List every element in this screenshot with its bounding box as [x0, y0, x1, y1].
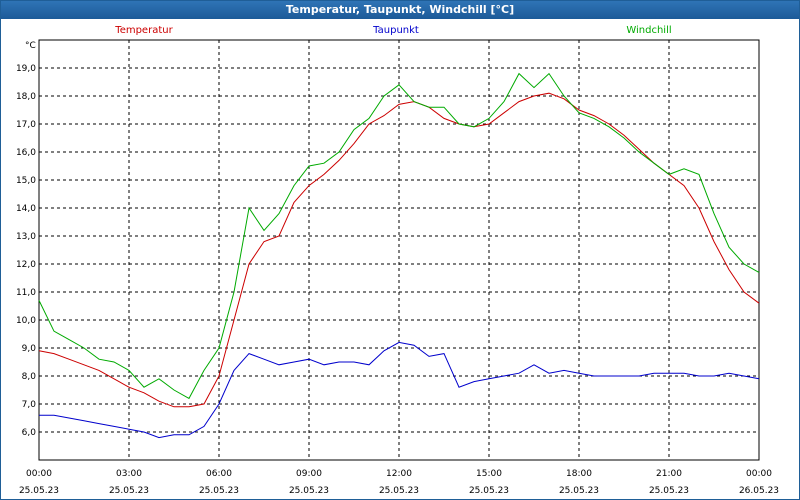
y-tick-label: 13,0 [16, 232, 36, 242]
x-tick-date: 25.05.23 [199, 486, 239, 496]
x-tick-date: 25.05.23 [559, 486, 599, 496]
y-tick-label: 10,0 [16, 316, 36, 326]
legend: Temperatur Taupunkt Windchill [114, 25, 671, 36]
y-tick-label: 16,0 [16, 148, 36, 158]
y-tick-label: 9,0 [22, 344, 37, 354]
y-tick-label: 11,0 [16, 288, 36, 298]
y-tick-label: 14,0 [16, 204, 36, 214]
x-tick-date: 25.05.23 [19, 486, 59, 496]
legend-entry-windchill: Windchill [626, 25, 671, 36]
grid-lines [39, 40, 759, 460]
x-tick-time: 18:00 [566, 469, 592, 479]
legend-entry-taupunkt: Taupunkt [372, 25, 419, 36]
x-tick-date: 25.05.23 [289, 486, 329, 496]
line-chart: 6,0 7,0 8,0 9,0 10,0 11,0 12,0 13,0 14,0 15,0 16,0… [16, 25, 779, 496]
y-axis: 6,0 7,0 8,0 9,0 10,0 11,0 12,0 13,0 14,0 15,0 16,0… [16, 64, 36, 438]
y-axis-label: °C [25, 41, 36, 51]
x-tick-date: 25.05.23 [109, 486, 149, 496]
x-tick-time: 21:00 [656, 469, 682, 479]
x-tick-time: 00:00 [746, 469, 772, 479]
x-tick-date: 25.05.23 [649, 486, 689, 496]
y-tick-label: 6,0 [22, 428, 37, 438]
x-tick-time: 06:00 [206, 469, 232, 479]
x-tick-date: 25.05.23 [379, 486, 419, 496]
y-tick-label: 15,0 [16, 176, 36, 186]
x-tick-time: 15:00 [476, 469, 502, 479]
y-tick-label: 17,0 [16, 120, 36, 130]
y-tick-label: 8,0 [22, 372, 37, 382]
x-tick-date: 26.05.23 [739, 486, 779, 496]
y-tick-label: 7,0 [22, 400, 37, 410]
y-tick-label: 19,0 [16, 64, 36, 74]
y-tick-label: 12,0 [16, 260, 36, 270]
x-tick-time: 12:00 [386, 469, 412, 479]
x-axis: 00:00 25.05.23 03:00 25.05.23 06:00 25.05.23 0… [19, 469, 779, 496]
x-tick-time: 00:00 [26, 469, 52, 479]
x-tick-time: 09:00 [296, 469, 322, 479]
legend-entry-temperatur: Temperatur [114, 25, 173, 36]
y-tick-label: 18,0 [16, 92, 36, 102]
x-tick-time: 03:00 [116, 469, 142, 479]
x-tick-date: 25.05.23 [469, 486, 509, 496]
